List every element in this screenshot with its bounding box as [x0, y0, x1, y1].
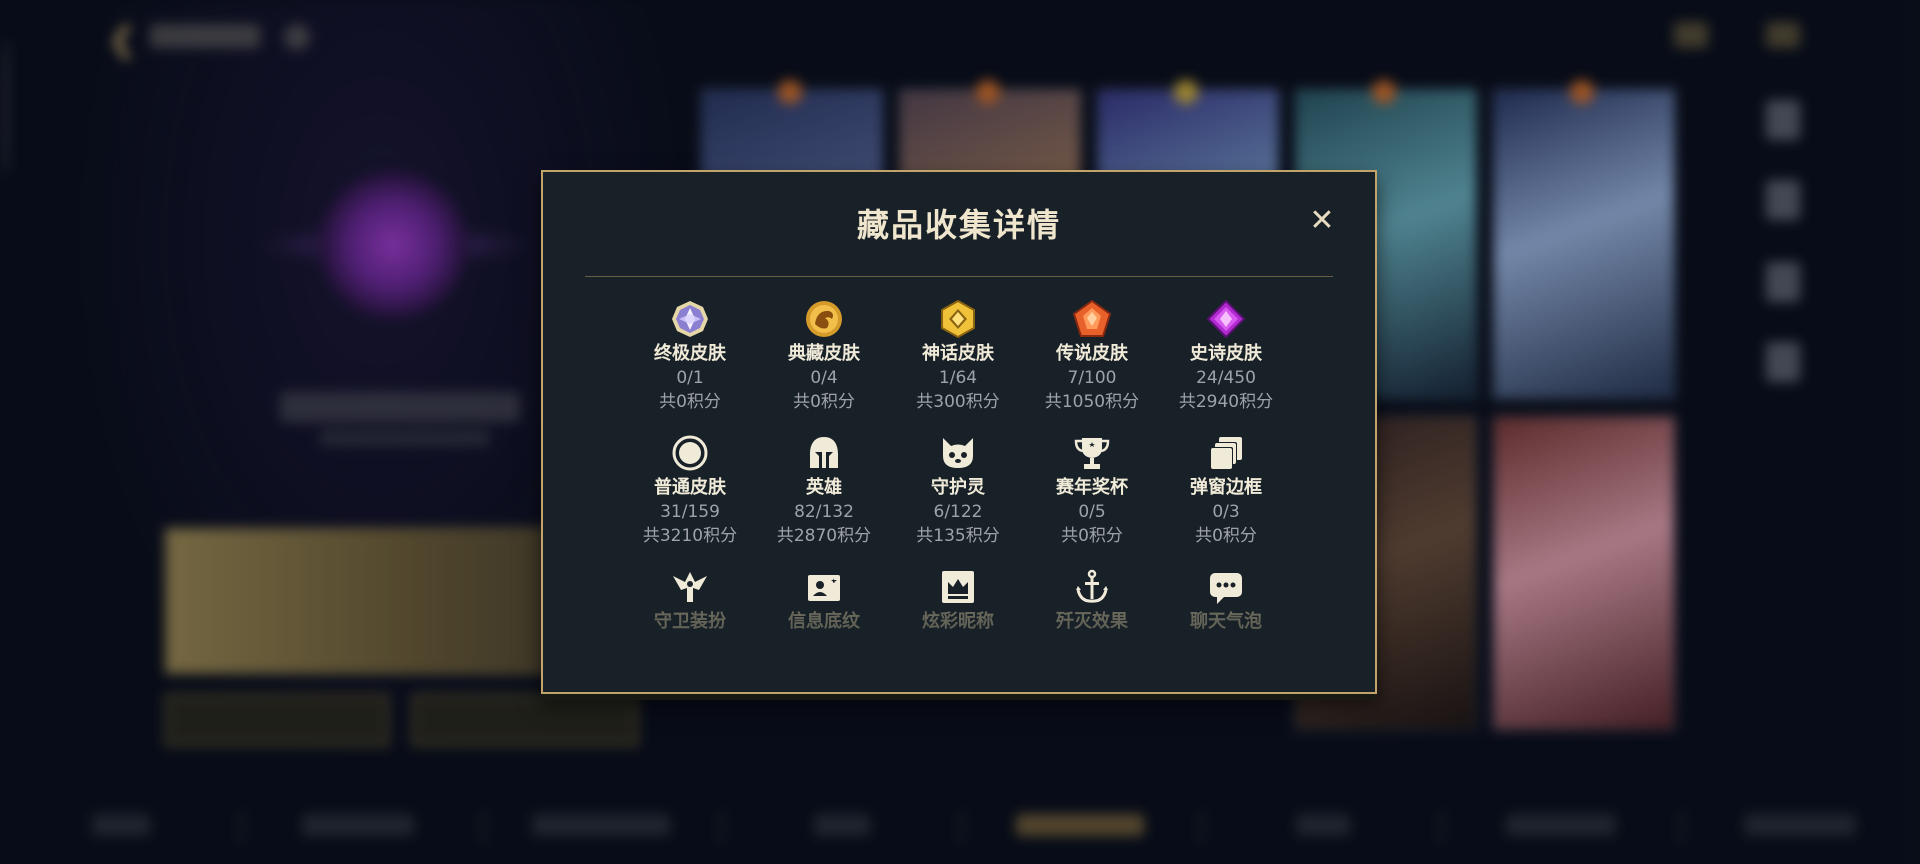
item-label: 聊天气泡 [1190, 611, 1262, 632]
collection-item-normal[interactable]: 普通皮肤 31/159 共3210积分 [623, 434, 757, 548]
collection-item-collector[interactable]: 典藏皮肤 0/4 共0积分 [757, 300, 891, 414]
divider [585, 276, 1333, 277]
item-points: 共2870积分 [776, 526, 872, 546]
item-points: 共0积分 [1195, 526, 1257, 546]
item-count: 0/3 [1212, 502, 1240, 522]
item-label: 史诗皮肤 [1190, 343, 1262, 364]
item-count: 0/4 [810, 368, 838, 388]
ultimate-gem-icon [671, 300, 709, 338]
item-points: 共2940积分 [1178, 392, 1274, 412]
crown-card-icon [939, 568, 977, 606]
collection-item-trophy[interactable]: 赛年奖杯 0/5 共0积分 [1025, 434, 1159, 548]
item-label: 赛年奖杯 [1056, 477, 1128, 498]
item-label: 终极皮肤 [654, 343, 726, 364]
collection-item-chat-bubble[interactable]: 聊天气泡 [1159, 568, 1293, 634]
item-points: 共0积分 [659, 392, 721, 412]
collection-item-mythic[interactable]: 神话皮肤 1/64 共300积分 [891, 300, 1025, 414]
spirit-pet-icon [939, 434, 977, 472]
item-count: 6/122 [933, 502, 983, 522]
item-count: 0/5 [1078, 502, 1106, 522]
chat-bubble-icon [1207, 568, 1245, 606]
collection-item-spirit[interactable]: 守护灵 6/122 共135积分 [891, 434, 1025, 548]
trophy-icon [1073, 434, 1111, 472]
item-label: 歼灭效果 [1056, 611, 1128, 632]
item-points: 共0积分 [1061, 526, 1123, 546]
ward-icon [671, 568, 709, 606]
modal-title: 藏品收集详情 [856, 206, 1061, 244]
collection-item-legendary[interactable]: 传说皮肤 7/100 共1050积分 [1025, 300, 1159, 414]
item-points: 共3210积分 [642, 526, 738, 546]
item-label: 英雄 [806, 477, 842, 498]
collection-item-frame[interactable]: 弹窗边框 0/3 共0积分 [1159, 434, 1293, 548]
collection-details-modal: 藏品收集详情 ✕ 终极皮肤 0/1 共0积分 典藏皮肤 0/4 共0积分 神话皮… [541, 170, 1377, 694]
mythic-gem-icon [939, 300, 977, 338]
id-card-icon [805, 568, 843, 606]
epic-gem-icon [1207, 300, 1245, 338]
collection-item-elimination[interactable]: 歼灭效果 [1025, 568, 1159, 634]
collection-item-banner[interactable]: 信息底纹 [757, 568, 891, 634]
item-label: 传说皮肤 [1056, 343, 1128, 364]
item-count: 1/64 [938, 368, 978, 388]
item-label: 守护灵 [931, 477, 985, 498]
item-label: 弹窗边框 [1190, 477, 1262, 498]
item-points: 共135积分 [916, 526, 1000, 546]
collection-item-hero[interactable]: 英雄 82/132 共2870积分 [757, 434, 891, 548]
anchor-icon [1073, 568, 1111, 606]
dragon-medallion-icon [805, 300, 843, 338]
item-label: 守卫装扮 [654, 611, 726, 632]
item-count: 0/1 [676, 368, 704, 388]
item-label: 炫彩昵称 [922, 611, 994, 632]
item-label: 普通皮肤 [654, 477, 726, 498]
layered-frame-icon [1207, 434, 1245, 472]
collection-item-ward[interactable]: 守卫装扮 [623, 568, 757, 634]
circle-icon [671, 434, 709, 472]
item-count: 82/132 [794, 502, 854, 522]
item-count: 31/159 [660, 502, 720, 522]
item-label: 典藏皮肤 [788, 343, 860, 364]
item-label: 神话皮肤 [922, 343, 994, 364]
collection-item-ultimate[interactable]: 终极皮肤 0/1 共0积分 [623, 300, 757, 414]
item-label: 信息底纹 [788, 611, 860, 632]
legendary-gem-icon [1073, 300, 1111, 338]
item-points: 共1050积分 [1044, 392, 1140, 412]
collection-item-epic[interactable]: 史诗皮肤 24/450 共2940积分 [1159, 300, 1293, 414]
item-points: 共0积分 [793, 392, 855, 412]
close-icon[interactable]: ✕ [1307, 206, 1337, 236]
collection-item-nickname[interactable]: 炫彩昵称 [891, 568, 1025, 634]
helmet-icon [805, 434, 843, 472]
item-points: 共300积分 [916, 392, 1000, 412]
item-count: 7/100 [1067, 368, 1117, 388]
collection-grid: 终极皮肤 0/1 共0积分 典藏皮肤 0/4 共0积分 神话皮肤 1/64 共3… [623, 300, 1295, 680]
item-count: 24/450 [1196, 368, 1256, 388]
